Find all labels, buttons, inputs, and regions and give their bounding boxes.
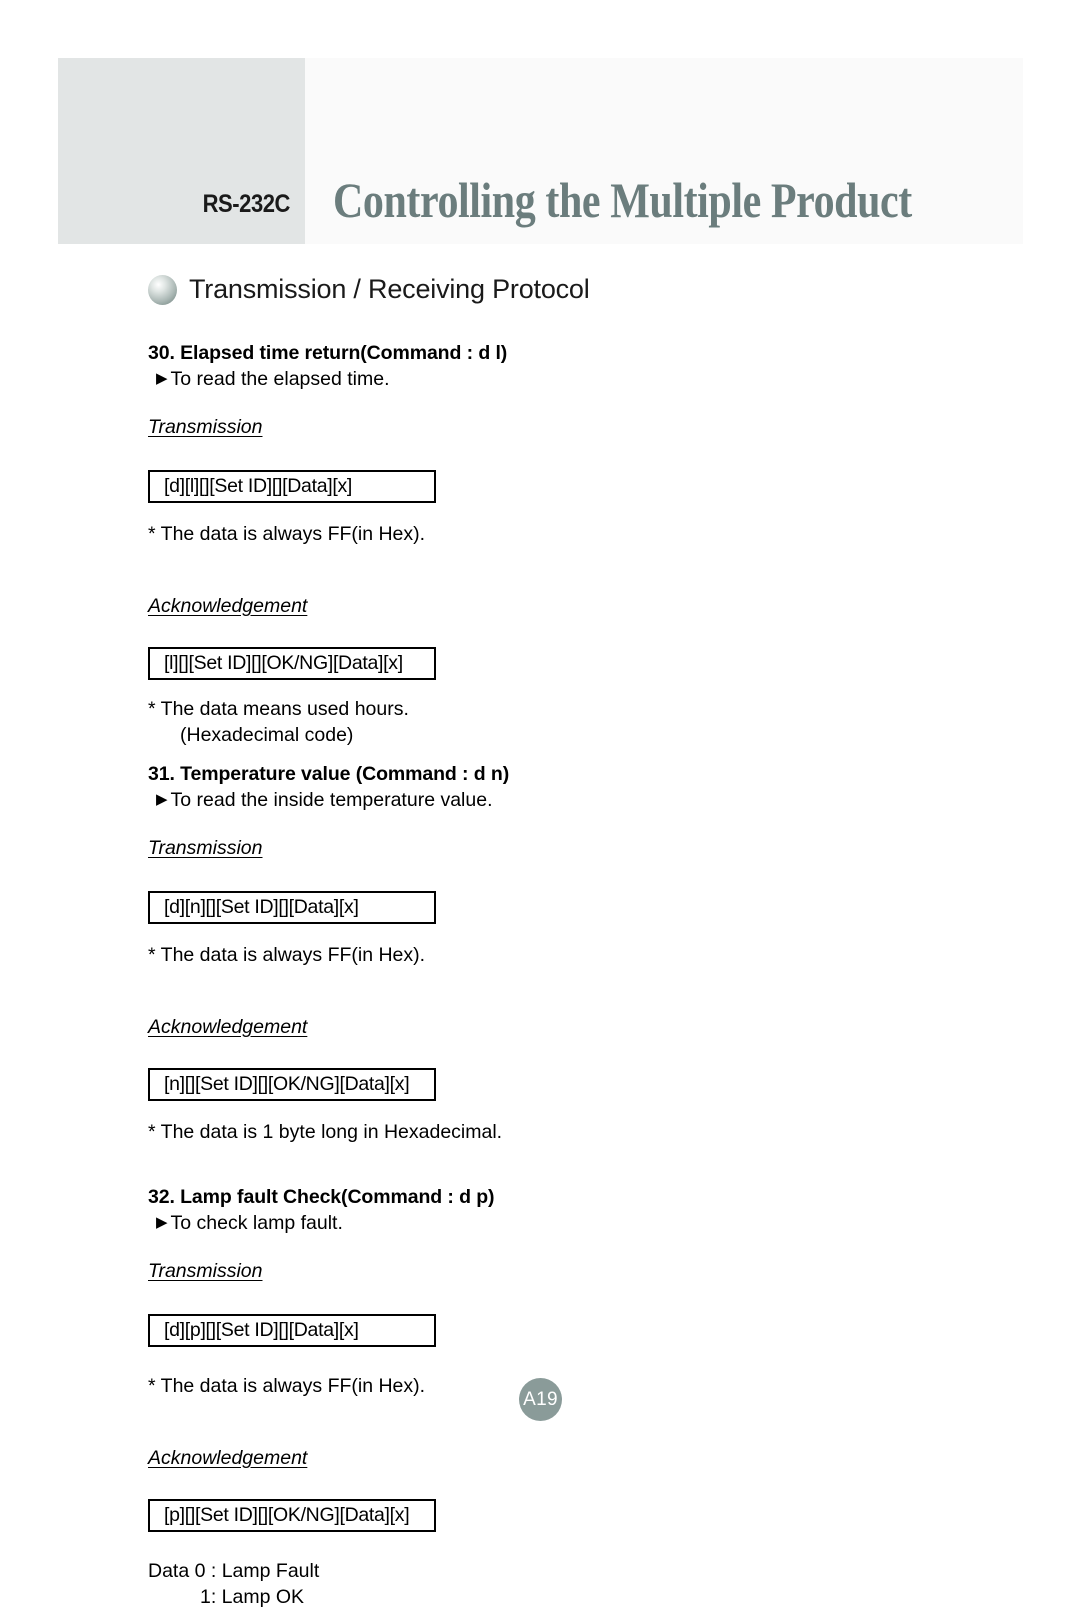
acknowledgement-command-box: [p][][Set ID][][OK/NG][Data][x] [148,1499,436,1532]
acknowledgement-label: Acknowledgement [148,1447,308,1469]
command-section-31: 31. Temperature value (Command : d n) ▶ T… [148,762,948,1145]
protocol-heading: Transmission / Receiving Protocol [148,274,590,305]
data-value-line-2: 1: Lamp OK [200,1586,305,1608]
triangle-marker-icon: ▶ [156,1214,168,1231]
acknowledgement-command-box: [l][][Set ID][][OK/NG][Data][x] [148,647,436,680]
transmission-note: * The data is always FF(in Hex). [148,944,426,966]
data-value-line-1: Data 0 : Lamp Fault [148,1560,320,1582]
command-title: 31. Temperature value (Command : d n) [148,763,510,785]
header-side-label: RS-232C [202,190,291,218]
acknowledgement-label: Acknowledgement [148,595,308,617]
transmission-note: * The data is always FF(in Hex). [148,523,426,545]
sphere-bullet-icon [148,274,177,305]
transmission-label: Transmission [148,1260,263,1282]
command-description: ▶ To read the inside temperature value. [148,787,948,813]
acknowledgement-note-2: (Hexadecimal code) [180,724,354,746]
command-section-30: 30. Elapsed time return(Command : d l) ▶… [148,341,948,748]
page-number-badge: A19 [519,1378,562,1421]
command-description: ▶ To read the elapsed time. [148,366,948,392]
acknowledgement-label: Acknowledgement [148,1016,308,1038]
acknowledgement-note: * The data is 1 byte long in Hexadecimal… [148,1121,503,1143]
protocol-heading-label: Transmission / Receiving Protocol [189,274,590,304]
transmission-command-box: [d][l][][Set ID][][Data][x] [148,470,436,503]
acknowledgement-note: * The data means used hours. [148,698,409,720]
page-title: Controlling the Multiple Product [333,172,912,228]
command-title: 30. Elapsed time return(Command : d l) [148,342,508,364]
command-title: 32. Lamp fault Check(Command : d p) [148,1186,495,1208]
acknowledgement-command-box: [n][][Set ID][][OK/NG][Data][x] [148,1068,436,1101]
transmission-command-box: [d][n][][Set ID][][Data][x] [148,891,436,924]
command-description: ▶ To check lamp fault. [148,1210,948,1236]
command-description-text: To read the elapsed time. [170,368,390,390]
transmission-command-box: [d][p][][Set ID][][Data][x] [148,1314,436,1347]
transmission-label: Transmission [148,837,263,859]
command-description-text: To read the inside temperature value. [170,789,493,811]
triangle-marker-icon: ▶ [156,791,168,808]
transmission-label: Transmission [148,416,263,438]
command-description-text: To check lamp fault. [170,1212,343,1234]
triangle-marker-icon: ▶ [156,370,168,387]
